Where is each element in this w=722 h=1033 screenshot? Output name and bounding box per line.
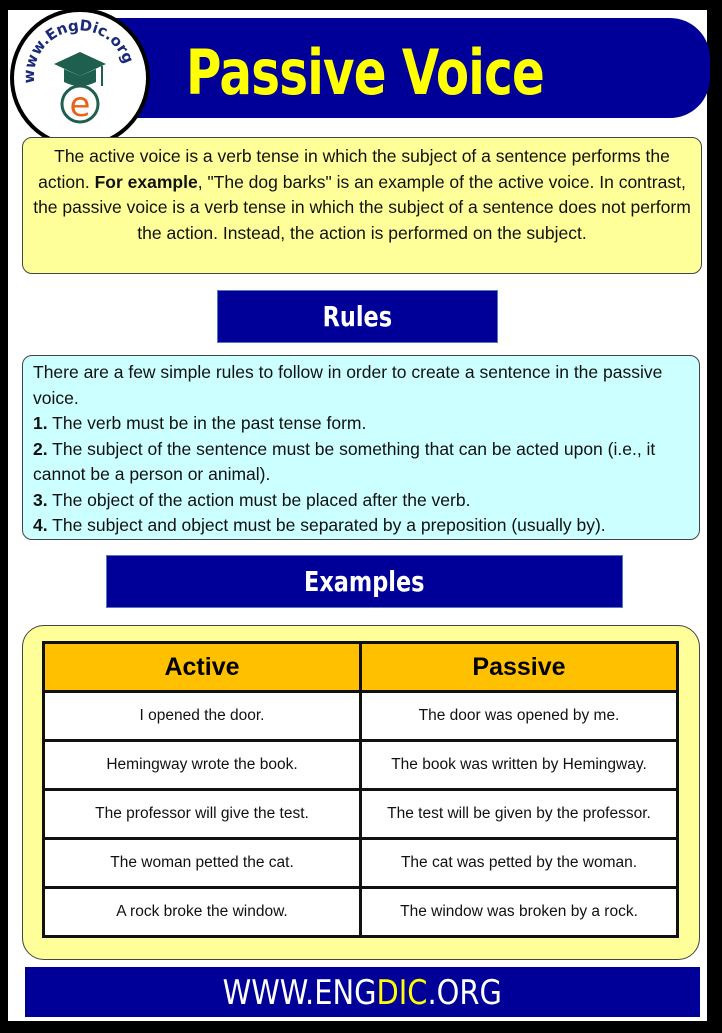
rules-heading-text: Rules — [322, 300, 393, 333]
passive-cell: The book was written by Hemingway. — [359, 739, 679, 791]
rule-item: 2. The subject of the sentence must be s… — [33, 438, 656, 485]
passive-cell: The cat was petted by the woman. — [359, 837, 679, 889]
table-row: I opened the door. The door was opened by… — [42, 690, 679, 742]
footer-banner[interactable]: WWW.ENGDIC.ORG — [25, 967, 700, 1017]
rules-box: There are a few simple rules to follow i… — [22, 355, 700, 540]
active-cell: The professor will give the test. — [42, 788, 362, 840]
active-cell: A rock broke the window. — [42, 886, 362, 938]
passive-cell: The door was opened by me. — [359, 690, 679, 742]
passive-cell: The test will be given by the professor. — [359, 788, 679, 840]
engdic-logo[interactable]: www.EngDic.org e — [10, 8, 150, 148]
passive-cell: The window was broken by a rock. — [359, 886, 679, 938]
column-header-active: Active — [42, 641, 362, 693]
active-cell: The woman petted the cat. — [42, 837, 362, 889]
logo-graphic: www.EngDic.org e — [20, 16, 138, 125]
rule-item: 4. The subject and object must be separa… — [33, 515, 606, 535]
graduation-cap-icon — [54, 52, 106, 76]
rule-item: 3. The object of the action must be plac… — [33, 489, 471, 510]
examples-heading-text: Examples — [304, 565, 425, 598]
rules-heading: Rules — [217, 290, 498, 343]
table-row: Hemingway wrote the book. The book was wr… — [42, 739, 679, 791]
intro-bold: For example — [94, 171, 198, 192]
table-row: The professor will give the test. The tes… — [42, 788, 679, 840]
page-title: Passive Voice — [186, 36, 545, 109]
footer-url[interactable]: WWW.ENGDIC.ORG — [223, 967, 502, 1019]
table-header-row: Active Passive — [42, 641, 679, 693]
table-row: The woman petted the cat. The cat was pet… — [42, 837, 679, 889]
intro-box: The active voice is a verb tense in whic… — [22, 137, 702, 274]
active-cell: Hemingway wrote the book. — [42, 739, 362, 791]
column-header-passive: Passive — [359, 641, 679, 693]
examples-table: Active Passive I opened the door. The doo… — [42, 641, 679, 938]
table-row: A rock broke the window. The window was b… — [42, 886, 679, 938]
examples-heading: Examples — [106, 555, 623, 608]
rules-intro: There are a few simple rules to follow i… — [33, 362, 663, 408]
active-cell: I opened the door. — [42, 690, 362, 742]
rule-item: 1. The verb must be in the past tense fo… — [33, 413, 367, 433]
e-letter-icon: e — [70, 85, 91, 125]
